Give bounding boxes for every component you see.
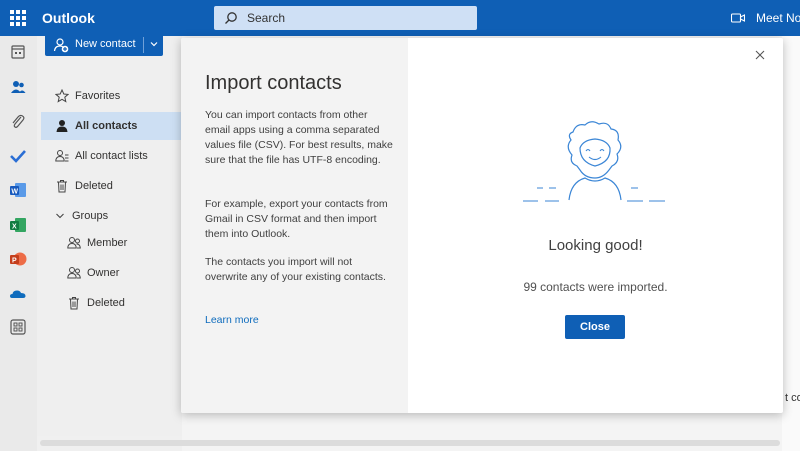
nav-label: Owner [87,267,120,279]
nav-label: Groups [72,210,109,222]
nav-item-all-contacts[interactable]: All contacts [41,112,182,140]
result-title: Looking good! [548,237,643,254]
nav-label: Member [87,237,128,249]
meet-now-button[interactable]: Meet Now [756,11,800,25]
more-apps-icon[interactable] [9,318,27,336]
word-icon[interactable]: W [9,181,27,199]
onedrive-icon[interactable] [9,285,27,303]
nav-label: All contact lists [75,150,148,162]
dialog-title: Import contacts [205,72,342,94]
new-contact-button[interactable]: New contact [45,34,163,56]
nav-item-favorites[interactable]: Favorites [41,82,182,110]
people-icon[interactable] [9,78,27,96]
svg-text:W: W [11,189,18,196]
todo-icon[interactable] [9,147,27,165]
details-pane-edge [782,36,800,451]
dialog-paragraph-2: For example, export your contacts from G… [205,198,388,240]
trash-icon [69,297,79,310]
search-box[interactable]: Search [214,6,477,30]
video-camera-icon[interactable] [731,12,745,24]
search-placeholder: Search [247,11,286,25]
import-count-text: 99 contacts were imported. [523,280,668,294]
close-icon[interactable] [754,49,766,61]
nav-item-all-contact-lists[interactable]: All contact lists [41,142,182,170]
nav-label: All contacts [75,120,138,132]
nav-item-deleted[interactable]: Deleted [41,172,182,200]
attachment-icon[interactable] [9,113,27,131]
star-icon [55,89,69,103]
split-divider [143,37,144,53]
group-icon [67,267,81,279]
happy-person-illustration [523,121,665,202]
nav-item-owner[interactable]: Owner [41,259,182,287]
search-icon [225,12,237,24]
nav-label: Deleted [87,297,125,309]
contacts-nav-pane: New contact Favorites All contacts All c… [37,34,182,436]
background-text: t co [785,392,800,404]
dialog-paragraph-1: You can import contacts from other email… [205,109,393,166]
calendar-icon[interactable] [9,43,27,61]
nav-label: Deleted [75,180,113,192]
trash-icon [57,180,67,193]
add-contact-icon [53,38,69,53]
chevron-down-icon[interactable] [149,39,159,49]
app-title[interactable]: Outlook [42,10,95,26]
group-icon [67,237,81,249]
import-contacts-dialog: Import contacts You can import contacts … [181,38,783,413]
horizontal-scrollbar[interactable] [40,440,780,446]
person-icon [56,120,68,132]
dialog-info-panel: Import contacts You can import contacts … [181,38,408,413]
nav-label: Favorites [75,90,121,102]
chevron-down-icon[interactable] [55,212,65,220]
nav-item-groups-deleted[interactable]: Deleted [41,289,182,317]
top-bar: Outlook Search Meet Now [0,0,800,36]
excel-icon[interactable]: X [9,216,27,234]
app-launcher-icon[interactable] [10,10,26,26]
close-button[interactable]: Close [565,315,625,339]
new-contact-label: New contact [75,38,136,50]
nav-item-member[interactable]: Member [41,229,182,257]
learn-more-link[interactable]: Learn more [205,314,259,326]
contact-list-icon [55,150,69,162]
svg-text:X: X [12,224,17,231]
app-rail: W X P [0,36,37,451]
svg-text:P: P [12,258,17,265]
nav-item-groups[interactable]: Groups [41,202,182,230]
dialog-paragraph-3: The contacts you import will not overwri… [205,256,386,283]
powerpoint-icon[interactable]: P [9,250,27,268]
